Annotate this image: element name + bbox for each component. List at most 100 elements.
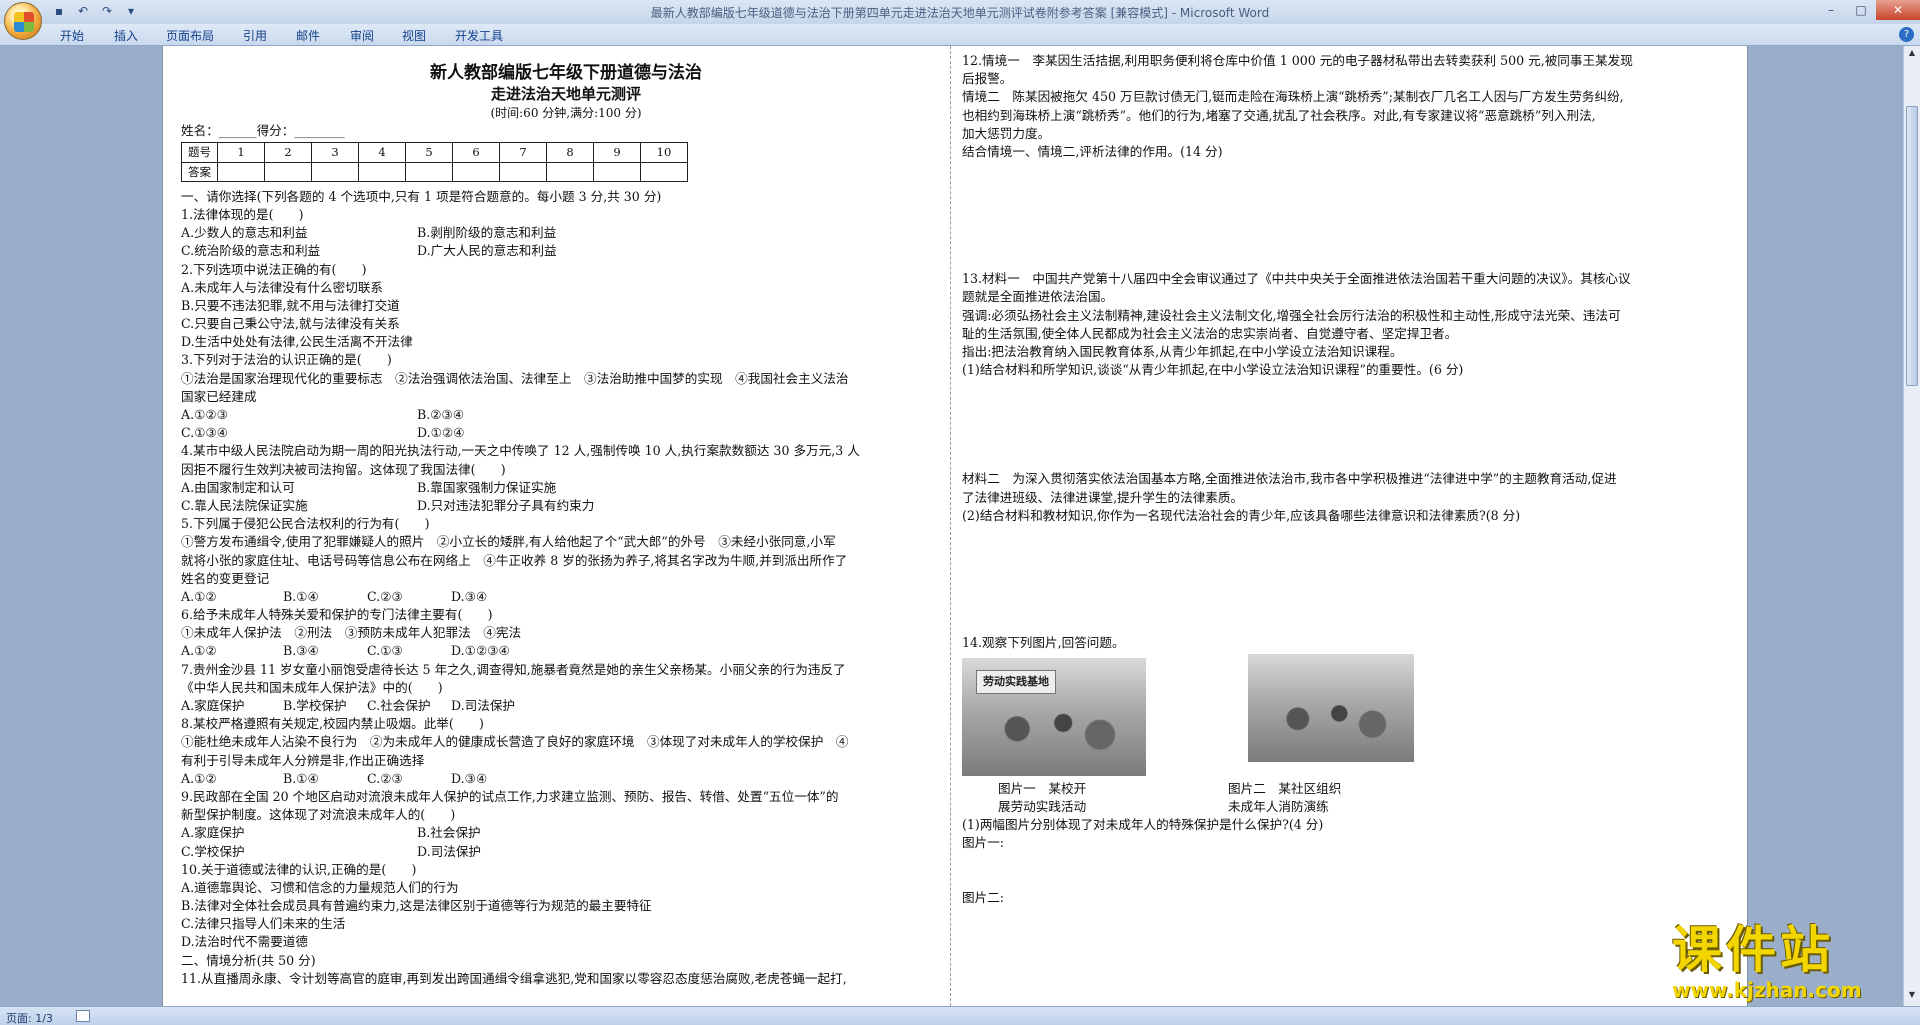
- option-text: A.少数人的意志和利益: [181, 225, 308, 241]
- option-text: B.靠国家强制力保证实施: [417, 479, 557, 495]
- table-cell-number: 7: [499, 142, 547, 163]
- left-question-lines: 一、请你选择(下列各题的 4 个选项中,只有 1 项是符合题意的。每小题 3 分…: [181, 188, 951, 988]
- option-text: D.①②③④: [451, 643, 510, 659]
- option-row: A.①②③ B.②③④: [181, 406, 951, 424]
- option-text: C.②③: [367, 770, 403, 786]
- minimize-icon[interactable]: –: [1816, 0, 1846, 20]
- question-line: B.只要不违法犯罪,就不用与法律打交道: [181, 297, 400, 313]
- option-row: C.统治阶级的意志和利益 D.广大人民的意志和利益: [181, 242, 951, 260]
- question-line: 加大惩罚力度。: [962, 125, 1051, 141]
- option-row: A.家庭保护 B.社会保护: [181, 824, 951, 842]
- table-cell-answer[interactable]: [452, 161, 500, 182]
- question-line: 10.关于道德或法律的认识,正确的是( ): [181, 861, 417, 877]
- table-cell-number: 5: [405, 142, 453, 163]
- option-row: C.学校保护 D.司法保护: [181, 843, 951, 861]
- office-button[interactable]: [4, 2, 42, 40]
- table-cell-answer[interactable]: [546, 161, 594, 182]
- right-column: 12.情境一 李某因生活拮据,利用职务便利将仓库中价值 1 000 元的电子器材…: [962, 46, 1722, 907]
- question-line: C.只要自己秉公守法,就与法律没有关系: [181, 316, 400, 332]
- question-line: 12.情境一 李某因生活拮据,利用职务便利将仓库中价值 1 000 元的电子器材…: [962, 53, 1633, 68]
- option-row: A.①② B.③④ C.①③ D.①②③④: [181, 642, 951, 660]
- close-icon[interactable]: ✕: [1876, 0, 1920, 20]
- tab-view[interactable]: 视图: [402, 27, 426, 44]
- question-line: B.法律对全体社会成员具有普遍约束力,这是法律区别于道德等行为规范的最主要特征: [181, 898, 652, 914]
- table-cell-number: 2: [264, 142, 312, 163]
- help-icon[interactable]: ?: [1899, 27, 1914, 42]
- question-14-1: (1)两幅图片分别体现了对未成年人的特殊保护是什么保护?(4 分): [962, 817, 1324, 833]
- window-controls: – □ ✕: [1816, 0, 1920, 20]
- question-line: 后报警。: [962, 71, 1013, 87]
- tab-references[interactable]: 引用: [243, 27, 267, 44]
- table-cell-answer[interactable]: [405, 161, 453, 182]
- doc-title: 新人教部编版七年级下册道德与法治: [430, 63, 702, 83]
- doc-note: (时间:60 分钟,满分:100 分): [490, 106, 642, 120]
- tab-page-layout[interactable]: 页面布局: [166, 27, 214, 44]
- answer-table: 题号 1 2 3 4 5 6 7 8 9 10 答案: [181, 142, 688, 182]
- option-text: A.①②: [181, 643, 217, 659]
- maximize-icon[interactable]: □: [1846, 0, 1876, 20]
- proofing-icon[interactable]: [76, 1010, 90, 1022]
- option-text: A.①②: [181, 770, 217, 786]
- table-cell-number: 1: [217, 142, 265, 163]
- option-row: A.由国家制定和认可 B.靠国家强制力保证实施: [181, 479, 951, 497]
- question-line: 国家已经建成: [181, 388, 257, 404]
- question-line: 也相约到海珠桥上演“跳桥秀”。他们的行为,堵塞了交通,扰乱了社会秩序。对此,有专…: [962, 107, 1596, 123]
- option-text: D.只对违法犯罪分子具有约束力: [417, 497, 595, 513]
- option-text: D.①②④: [417, 425, 465, 441]
- option-text: C.统治阶级的意志和利益: [181, 243, 321, 259]
- table-cell-number: 10: [640, 142, 688, 163]
- option-text: A.家庭保护: [181, 698, 245, 714]
- vertical-scrollbar[interactable]: ▲ ▼: [1903, 46, 1920, 1006]
- option-row: A.①② B.①④ C.②③ D.③④: [181, 770, 951, 788]
- table-cell-answer[interactable]: [358, 161, 406, 182]
- option-row: C.靠人民法院保证实施 D.只对违法犯罪分子具有约束力: [181, 497, 951, 515]
- question-line: 耻的生活氛围,使全体人民都成为社会主义法治的忠实崇尚者、自觉遵守者、坚定捍卫者。: [962, 325, 1458, 341]
- doc-subtitle: 走进法治天地单元测评: [490, 85, 641, 103]
- document-page[interactable]: 新人教部编版七年级下册道德与法治 走进法治天地单元测评 (时间:60 分钟,满分…: [162, 46, 1748, 1006]
- question-line: D.法治时代不需要道德: [181, 934, 308, 950]
- question-line: 一、请你选择(下列各题的 4 个选项中,只有 1 项是符合题意的。每小题 3 分…: [181, 188, 662, 204]
- page-indicator[interactable]: 页面: 1/3: [6, 1010, 53, 1025]
- question-line: 因拒不履行生效判决被司法拘留。这体现了我国法律( ): [181, 461, 506, 477]
- tab-home[interactable]: 开始: [60, 27, 84, 44]
- question-line: ①能杜绝未成年人沾染不良行为 ②为未成年人的健康成长营造了良好的家庭环境 ③体现…: [181, 734, 849, 750]
- option-text: C.靠人民法院保证实施: [181, 497, 308, 513]
- question-line: ①警方发布通缉令,使用了犯罪嫌疑人的照片 ②小立长的矮胖,有人给他起了个“武大郎…: [181, 534, 836, 550]
- table-cell-answer[interactable]: [640, 161, 688, 182]
- ribbon-tabs: 开始 插入 页面布局 引用 邮件 审阅 视图 开发工具 ?: [0, 24, 1920, 46]
- tab-developer[interactable]: 开发工具: [455, 27, 503, 44]
- photo-sign: 劳动实践基地: [976, 670, 1056, 695]
- column-divider: [950, 46, 951, 1006]
- left-column: 新人教部编版七年级下册道德与法治 走进法治天地单元测评 (时间:60 分钟,满分…: [181, 46, 951, 988]
- option-text: B.学校保护: [283, 698, 347, 714]
- table-cell-answer[interactable]: [593, 161, 641, 182]
- title-bar: ▪ ↶ ↷ ▾ 最新人教部编版七年级道德与法治下册第四单元走进法治天地单元测评试…: [0, 0, 1920, 40]
- question-13: 13.材料一 中国共产党第十八届四中全会审议通过了《中共中央关于全面推进依法治国…: [962, 270, 1722, 379]
- tab-review[interactable]: 审阅: [350, 27, 374, 44]
- question-line: 《中华人民共和国未成年人保护法》中的( ): [181, 679, 443, 695]
- question-line: ①法治是国家治理现代化的重要标志 ②法治强调依法治国、法律至上 ③法治助推中国梦…: [181, 370, 849, 386]
- question-line: 6.给予未成年人特殊关爱和保护的专门法律主要有( ): [181, 607, 493, 623]
- scroll-up-icon[interactable]: ▲: [1906, 48, 1918, 62]
- answer-table-row-numbers: 题号 1 2 3 4 5 6 7 8 9 10: [181, 142, 688, 163]
- watermark: 课件站 www.kjzhan.com: [1672, 922, 1912, 1002]
- option-text: B.②③④: [417, 407, 465, 423]
- question-line: 材料二 为深入贯彻落实依法治国基本方略,全面推进依法治市,我市各中学积极推进“法…: [962, 471, 1617, 487]
- tab-mailings[interactable]: 邮件: [296, 27, 320, 44]
- question-line: 9.民政部在全国 20 个地区启动对流浪未成年人保护的试点工作,力求建立监测、预…: [181, 788, 839, 804]
- question-line: 7.贵州金沙县 11 岁女童小丽饱受虐待长达 5 年之久,调查得知,施暴者竟然是…: [181, 661, 846, 677]
- question-line: 有利于引导未成年人分辨是非,作出正确选择: [181, 752, 425, 768]
- option-text: D.广大人民的意志和利益: [417, 243, 557, 259]
- table-cell-answer[interactable]: [311, 161, 359, 182]
- table-cell-answer[interactable]: [499, 161, 547, 182]
- option-text: C.社会保护: [367, 698, 431, 714]
- option-text: D.司法保护: [451, 698, 516, 714]
- scrollbar-thumb[interactable]: [1906, 106, 1918, 386]
- tab-insert[interactable]: 插入: [114, 27, 138, 44]
- table-cell-answer[interactable]: [264, 161, 312, 182]
- office-logo-icon: [14, 12, 34, 32]
- question-line: 2.下列选项中说法正确的有( ): [181, 261, 367, 277]
- table-cell-answer[interactable]: [217, 161, 265, 182]
- status-bar: 页面: 1/3: [0, 1006, 1920, 1025]
- option-text: B.社会保护: [417, 825, 481, 841]
